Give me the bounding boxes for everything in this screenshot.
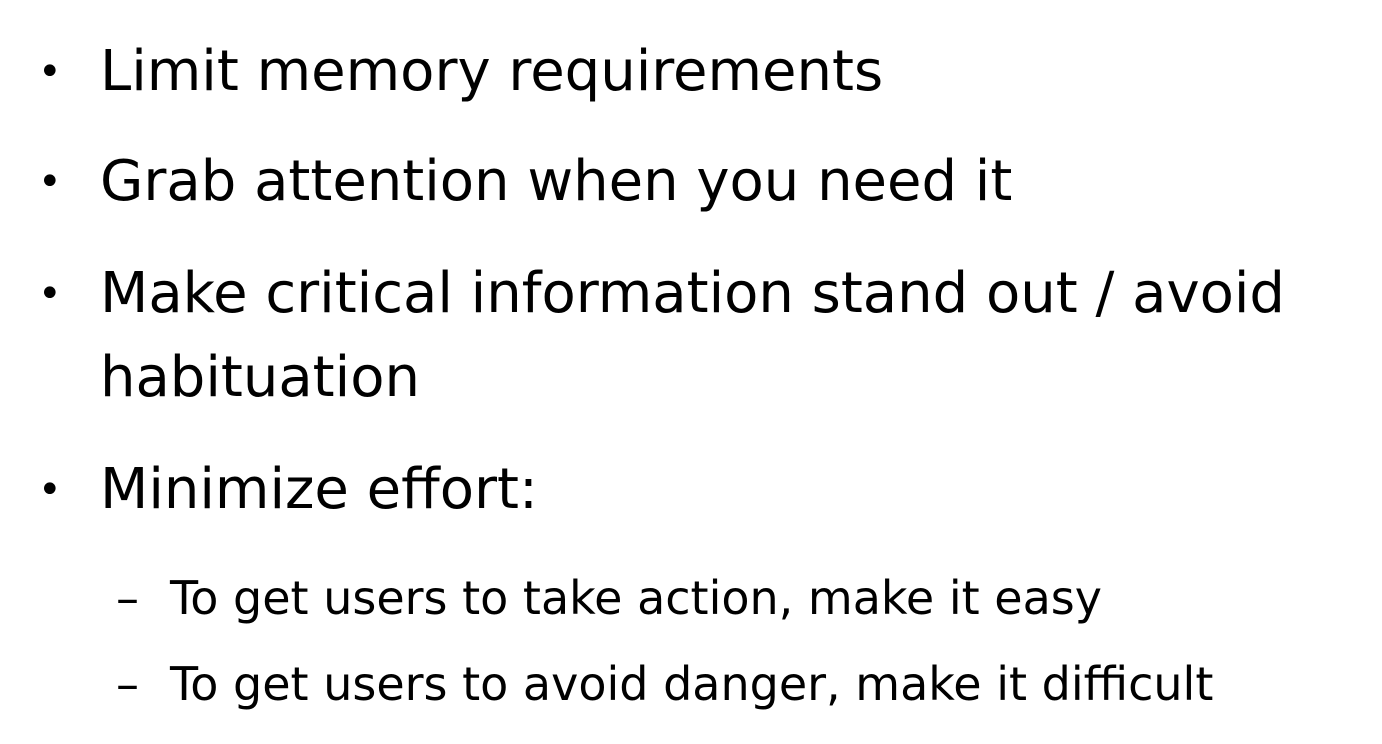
bullet-item: • Minimize effort: (38, 448, 1360, 532)
bullet-item: • Grab attention when you need it (38, 140, 1360, 224)
dash-icon: – (116, 657, 139, 711)
bullet-text: Make critical information stand out / av… (100, 261, 1285, 410)
bullet-icon: • (38, 271, 62, 317)
bullet-text: Minimize effort: (100, 457, 538, 522)
sub-bullet-text: To get users to take action, make it eas… (170, 571, 1102, 625)
sub-bullet-item: – To get users to avoid danger, make it d… (116, 654, 1214, 714)
dash-icon: – (116, 571, 139, 625)
bullet-icon: • (38, 49, 62, 95)
sub-bullet-text: To get users to avoid danger, make it di… (170, 657, 1214, 711)
bullet-icon: • (38, 467, 62, 513)
bullet-icon: • (38, 159, 62, 205)
bullet-item: • Limit memory requirements (38, 30, 1360, 114)
bullet-text: Grab attention when you need it (100, 149, 1013, 214)
bullet-text: Limit memory requirements (100, 39, 884, 104)
bullet-item: • Make critical information stand out / a… (38, 252, 1360, 420)
sub-bullet-item: – To get users to take action, make it ea… (116, 568, 1102, 628)
